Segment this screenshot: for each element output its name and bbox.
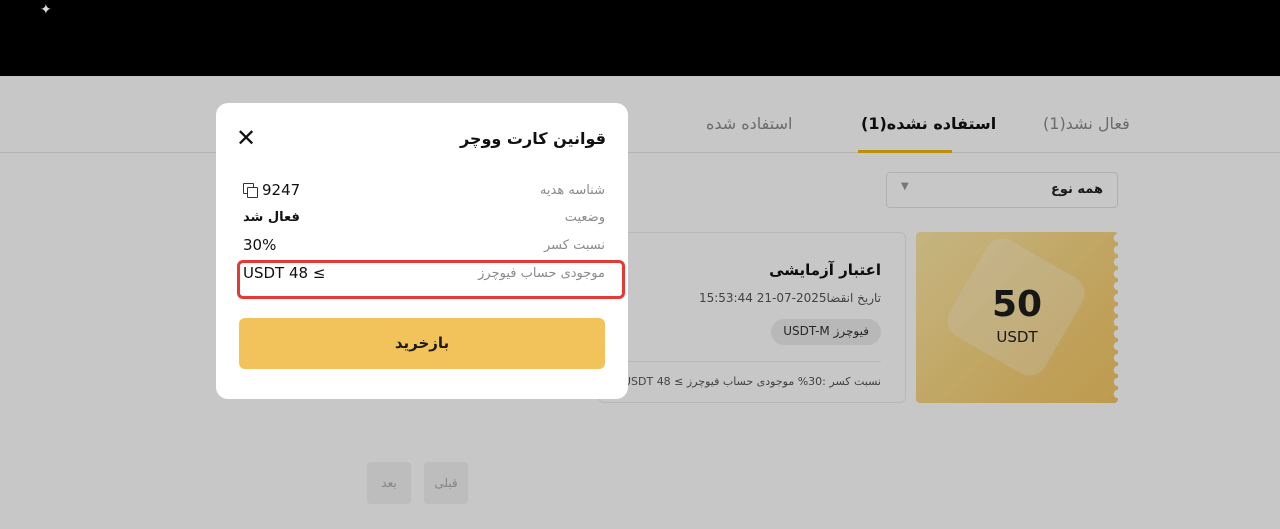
close-icon[interactable]: ✕ [236,125,256,151]
sparkle-icon: ✦ [40,2,52,18]
top-bar: ✦ [0,0,1280,76]
modal-title: قوانین کارت ووچر [459,129,606,148]
highlight-box [237,260,625,299]
voucher-rules-modal: قوانین کارت ووچر ✕ شناسه هدیه 9247 وضعیت… [216,103,628,399]
deduction-row: نسبت کسر 30% [243,236,605,258]
status-value: فعال شد [243,210,300,225]
gift-id-label: شناسه هدیه [539,183,605,198]
gift-id-row: شناسه هدیه 9247 [243,181,605,203]
redeem-button[interactable]: بازخرید [239,318,605,369]
deduction-label: نسبت کسر [544,238,605,253]
status-row: وضعیت فعال شد [243,208,605,230]
status-label: وضعیت [564,210,605,225]
deduction-value: 30% [243,236,277,254]
gift-id-value-wrap: 9247 [243,181,300,199]
copy-icon[interactable] [243,183,258,198]
gift-id-value: 9247 [262,181,301,199]
modal-backdrop[interactable] [0,76,1280,529]
